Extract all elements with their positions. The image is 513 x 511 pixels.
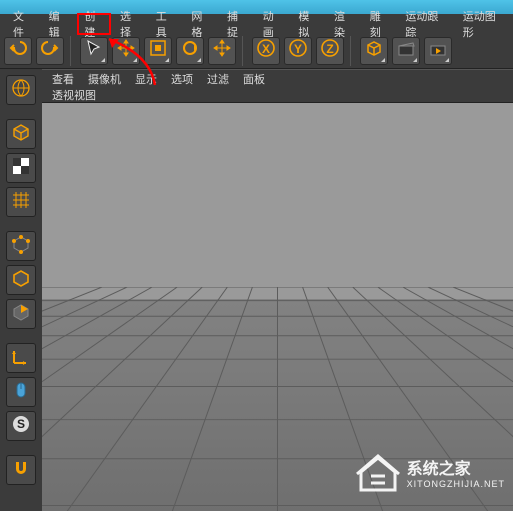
viewport-panel: 查看 摄像机 显示 选项 过滤 面板 透视视图 (42, 69, 513, 511)
redo-icon (40, 38, 60, 63)
watermark-logo-icon (355, 452, 401, 499)
toolbar-separator (350, 36, 354, 66)
main-menu-bar: 文件 编辑 创建 选择 工具 网格 捕捉 动画 模拟 渲染 雕刻 运动跟踪 运动… (0, 14, 513, 33)
axis-x-button[interactable]: X (252, 37, 280, 65)
make-editable-button[interactable] (6, 75, 36, 105)
cursor-icon (84, 38, 104, 63)
vp-menu-display[interactable]: 显示 (135, 71, 157, 87)
clapper-play-icon (428, 38, 448, 63)
polygons-mode-button[interactable] (6, 299, 36, 329)
grid-icon (10, 189, 32, 216)
last-tool-button[interactable] (208, 37, 236, 65)
snap-s-icon: S (10, 413, 32, 440)
vp-menu-filter[interactable]: 过滤 (207, 71, 229, 87)
globe-icon (10, 77, 32, 104)
undo-icon (8, 38, 28, 63)
vp-menu-view[interactable]: 查看 (52, 71, 74, 87)
workplane-button[interactable] (6, 187, 36, 217)
snap-toggle-button[interactable]: S (6, 411, 36, 441)
edges-icon (10, 267, 32, 294)
toolbar-separator (70, 36, 74, 66)
points-mode-button[interactable] (6, 231, 36, 261)
redo-button[interactable] (36, 37, 64, 65)
undo-button[interactable] (4, 37, 32, 65)
svg-text:S: S (17, 417, 25, 431)
rotate-icon (180, 38, 200, 63)
render-button[interactable] (392, 37, 420, 65)
checker-icon (10, 155, 32, 182)
toolbar-separator (242, 36, 246, 66)
axis-y-icon: Y (288, 38, 308, 63)
watermark-title: 系统之家 (407, 462, 505, 479)
mouse-icon (10, 379, 32, 406)
svg-text:Y: Y (294, 42, 302, 56)
magnet-icon (10, 457, 32, 484)
menu-mograph[interactable]: 运动图形 (456, 6, 513, 42)
vp-menu-panel[interactable]: 面板 (243, 71, 265, 87)
rotate-button[interactable] (176, 37, 204, 65)
clapper-icon (396, 38, 416, 63)
scale-icon (148, 38, 168, 63)
edges-mode-button[interactable] (6, 265, 36, 295)
perspective-viewport[interactable]: 系统之家 XITONGZHIJIA.NET (42, 103, 513, 511)
viewport-label: 透视视图 (42, 87, 513, 103)
axis-x-icon: X (256, 38, 276, 63)
axis-z-button[interactable]: Z (316, 37, 344, 65)
render-settings-button[interactable] (424, 37, 452, 65)
axis-tool-button[interactable] (6, 343, 36, 373)
viewport-solo-button[interactable] (6, 377, 36, 407)
watermark: 系统之家 XITONGZHIJIA.NET (355, 452, 505, 499)
move-icon (116, 38, 136, 63)
move-button[interactable] (112, 37, 140, 65)
model-mode-button[interactable] (6, 119, 36, 149)
live-select-button[interactable] (80, 37, 108, 65)
left-tool-palette: S (0, 69, 42, 511)
vp-menu-options[interactable]: 选项 (171, 71, 193, 87)
viewport-menu-bar: 查看 摄像机 显示 选项 过滤 面板 (42, 69, 513, 87)
cube-solid-icon (10, 121, 32, 148)
scale-button[interactable] (144, 37, 172, 65)
axis-icon (10, 345, 32, 372)
poly-icon (10, 301, 32, 328)
texture-mode-button[interactable] (6, 153, 36, 183)
axis-y-button[interactable]: Y (284, 37, 312, 65)
cube-primitive-button[interactable] (360, 37, 388, 65)
svg-text:X: X (262, 42, 270, 56)
vp-menu-camera[interactable]: 摄像机 (88, 71, 121, 87)
cube-icon (364, 38, 384, 63)
points-icon (10, 233, 32, 260)
watermark-url: XITONGZHIJIA.NET (407, 479, 505, 489)
move-icon (212, 38, 232, 63)
svg-text:Z: Z (326, 42, 333, 56)
magnet-button[interactable] (6, 455, 36, 485)
axis-z-icon: Z (320, 38, 340, 63)
